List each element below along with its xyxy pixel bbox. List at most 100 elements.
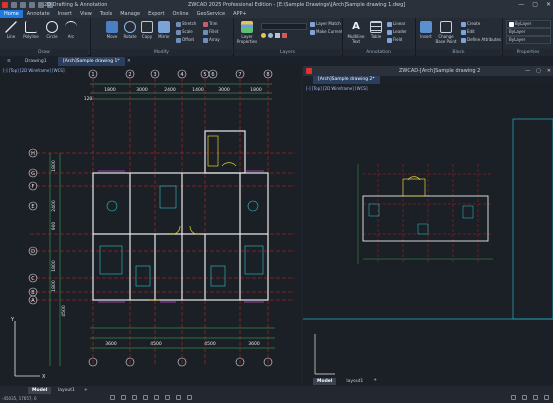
close-button[interactable]: ✕ — [547, 66, 551, 76]
workspace-icon[interactable] — [522, 395, 527, 400]
trim-icon — [203, 21, 208, 27]
fullscreen-icon[interactable] — [533, 395, 538, 400]
color-dropdown[interactable]: ByLayer — [506, 20, 551, 28]
layer-dropdown[interactable] — [261, 23, 307, 30]
leader-tool[interactable]: Leader — [387, 29, 407, 35]
polyline-tool[interactable]: Polyline — [21, 21, 41, 39]
create-block-tool[interactable]: Create — [461, 21, 480, 27]
tab-close-icon[interactable]: ✕ — [122, 57, 136, 66]
array-tool[interactable]: Array — [203, 37, 220, 43]
ribbon: Line Polyline Circle Arc Draw Move Rotat… — [0, 18, 553, 56]
lineweight-dropdown[interactable]: ByLayer — [506, 36, 551, 44]
menu-insert[interactable]: Insert — [54, 10, 76, 18]
menu-manage[interactable]: Manage — [116, 10, 144, 18]
window-controls: — ▢ ✕ — [518, 0, 551, 10]
menu-home[interactable]: Home — [0, 10, 23, 18]
save-icon[interactable] — [29, 2, 35, 8]
offset-tool[interactable]: Offset — [176, 37, 194, 43]
add-layout-button[interactable]: + — [373, 378, 377, 385]
leader-icon — [387, 29, 392, 35]
insert-label: Insert — [420, 34, 432, 39]
floating-drawing-window[interactable]: ZWCAD-[Arch]Sample drawing 2 — ▢ ✕ [Arch… — [303, 66, 553, 386]
modify-group-label: Modify — [91, 49, 232, 56]
linear-dim-tool[interactable]: Linear — [387, 21, 405, 27]
tab-layout1[interactable]: layout1 — [342, 378, 367, 385]
menu-view[interactable]: View — [76, 10, 96, 18]
fillet-tool[interactable]: Fillet — [203, 29, 218, 35]
lineweight-icon[interactable] — [176, 395, 181, 400]
linetype-dropdown[interactable]: ByLayer — [506, 28, 551, 36]
tab-layout1[interactable]: layout1 — [54, 387, 79, 394]
edit-block-tool[interactable]: Edit — [461, 29, 475, 35]
layer-properties-tool[interactable]: Layer Properties — [236, 21, 258, 44]
osnap-icon[interactable] — [154, 395, 159, 400]
workspace-selector[interactable]: 2D Drafting & Annotation — [44, 0, 107, 10]
app-logo-icon[interactable] — [2, 2, 8, 8]
multiline-text-tool[interactable]: A Multiline Text — [345, 21, 367, 44]
menu-app-plus[interactable]: APP+ — [229, 10, 251, 18]
tab-sample-drawing-1[interactable]: [Arch]Sample drawing 1* — [58, 57, 125, 66]
layer-match-tool[interactable]: Layer Match — [310, 21, 341, 27]
maximize-button[interactable]: ▢ — [532, 0, 538, 10]
snap-icon[interactable] — [110, 395, 115, 400]
menu-annotate[interactable]: Annotate — [23, 10, 54, 18]
tab-model[interactable]: Model — [313, 378, 337, 385]
move-icon — [106, 21, 118, 33]
menu-lines-icon[interactable]: ≡ — [2, 57, 16, 66]
ortho-icon[interactable] — [132, 395, 137, 400]
left-drawing-viewport[interactable]: [-] [Top] [2D Wireframe] [WCS] 1 2 3 4 5… — [0, 66, 301, 386]
make-current-tool[interactable]: Make Current — [310, 29, 343, 35]
define-attributes-tool[interactable]: Define Attributes — [461, 37, 501, 43]
polyline-label: Polyline — [23, 34, 39, 39]
maximize-button[interactable]: ▢ — [536, 66, 541, 76]
menu-export[interactable]: Export — [144, 10, 168, 18]
menu-online[interactable]: Online — [168, 10, 192, 18]
create-block-icon — [461, 21, 466, 27]
menu-tools[interactable]: Tools — [96, 10, 116, 18]
floating-layout-tabs: Model layout1 + — [313, 378, 377, 385]
dim-left-3: 900 — [51, 222, 57, 231]
mirror-label: Mirror — [158, 34, 170, 39]
rotate-tool[interactable]: Rotate — [121, 21, 139, 39]
move-tool[interactable]: Move — [103, 21, 121, 39]
change-base-point-tool[interactable]: Change Base Point — [434, 21, 458, 44]
lock-icon[interactable] — [275, 33, 280, 38]
line-tool[interactable]: Line — [2, 21, 20, 39]
add-layout-button[interactable]: + — [80, 387, 92, 394]
minimize-button[interactable]: — — [518, 0, 524, 10]
new-file-icon[interactable] — [11, 2, 17, 8]
stretch-tool[interactable]: Stretch — [176, 21, 196, 27]
sun-icon[interactable] — [268, 33, 273, 38]
dynamic-input-icon[interactable] — [187, 395, 192, 400]
scale-tool[interactable]: Scale — [176, 29, 193, 35]
close-button[interactable]: ✕ — [546, 0, 551, 10]
tab-drawing1[interactable]: Drawing1 — [20, 57, 52, 66]
customize-icon[interactable] — [544, 395, 549, 400]
minimize-button[interactable]: — — [525, 66, 530, 76]
dim-left-2: 2400 — [51, 200, 57, 212]
color-swatch-icon[interactable] — [282, 33, 287, 38]
bulb-icon[interactable] — [261, 33, 266, 38]
mirror-tool[interactable]: Mirror — [155, 21, 173, 39]
annotation-scale-icon[interactable] — [511, 395, 516, 400]
grid-label-2: 2 — [128, 72, 131, 78]
tab-sample-drawing-2[interactable]: [Arch]Sample drawing 2* — [313, 76, 380, 84]
grid-label-6: 6 — [211, 72, 214, 78]
tab-model[interactable]: Model — [28, 387, 52, 394]
insert-block-tool[interactable]: Insert — [418, 21, 434, 39]
open-file-icon[interactable] — [20, 2, 26, 8]
menu-geoservice[interactable]: GeoService — [193, 10, 230, 18]
layers-group-label: Layers — [234, 49, 341, 56]
polar-icon[interactable] — [143, 395, 148, 400]
layers-group: Layer Properties Layer Match Make Curren… — [233, 18, 343, 56]
grid-icon[interactable] — [121, 395, 126, 400]
field-tool[interactable]: Field — [387, 37, 402, 43]
table-tool[interactable]: Table — [368, 21, 384, 39]
arc-tool[interactable]: Arc — [62, 21, 80, 39]
otrack-icon[interactable] — [165, 395, 170, 400]
copy-tool[interactable]: Copy — [139, 21, 155, 39]
floating-window-titlebar[interactable]: ZWCAD-[Arch]Sample drawing 2 — ▢ ✕ — [303, 66, 553, 76]
circle-tool[interactable]: Circle — [43, 21, 61, 39]
trim-tool[interactable]: Trim — [203, 21, 218, 27]
grid-row-H: H — [31, 151, 35, 157]
